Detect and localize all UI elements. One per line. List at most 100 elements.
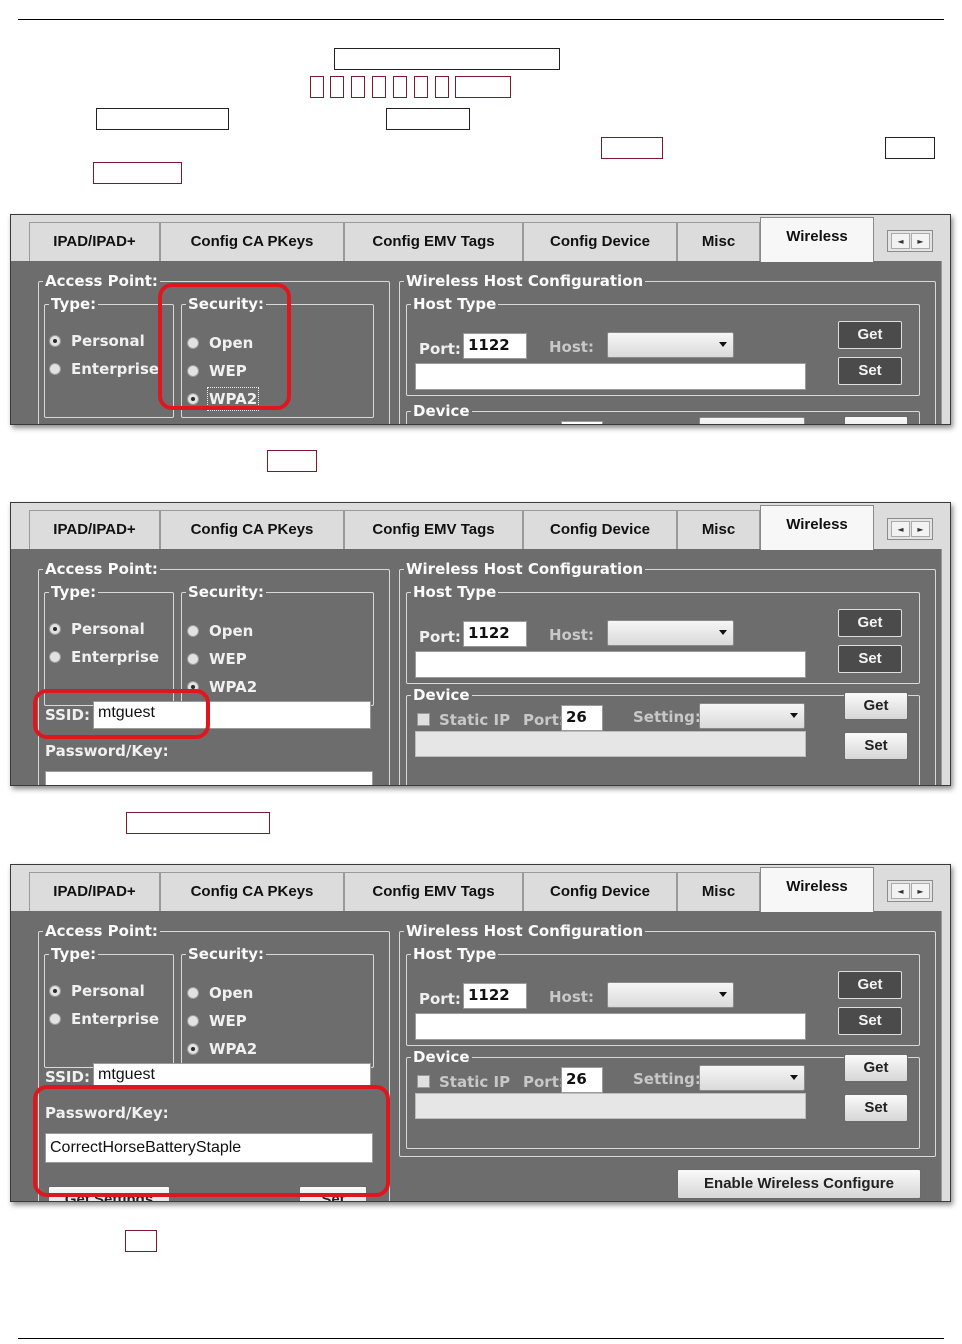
redacted-glyph-box bbox=[372, 76, 386, 98]
scroll-left-icon[interactable]: ◄ bbox=[891, 233, 910, 249]
tab-wireless[interactable]: Wireless bbox=[760, 217, 874, 262]
radio-label-wpa2: WPA2 bbox=[209, 1040, 258, 1058]
radio-enterprise[interactable] bbox=[49, 651, 61, 663]
scroll-left-icon[interactable]: ◄ bbox=[891, 883, 910, 899]
device-set-button[interactable]: Set bbox=[844, 1094, 908, 1122]
security-highlight bbox=[158, 283, 291, 410]
host-get-button[interactable]: Get bbox=[838, 609, 902, 637]
host-get-button[interactable]: Get bbox=[838, 971, 902, 999]
redacted-text-box bbox=[885, 137, 935, 159]
radio-wep[interactable] bbox=[187, 653, 199, 665]
tab-ipad[interactable]: IPAD/IPAD+ bbox=[29, 222, 160, 261]
host-set-button[interactable]: Set bbox=[838, 1007, 902, 1035]
radio-personal[interactable] bbox=[49, 623, 61, 635]
redacted-text-box bbox=[96, 108, 229, 130]
radio-personal[interactable] bbox=[49, 335, 61, 347]
redacted-text-box bbox=[126, 812, 270, 834]
static-ip-checkbox[interactable] bbox=[417, 713, 430, 726]
tab-config-emv-tags[interactable]: Config EMV Tags bbox=[344, 510, 523, 549]
radio-label-enterprise: Enterprise bbox=[71, 648, 160, 666]
tab-wireless[interactable]: Wireless bbox=[760, 505, 874, 550]
password-field[interactable] bbox=[45, 771, 373, 785]
redacted-glyph-box bbox=[351, 76, 365, 98]
tab-config-ca-pkeys[interactable]: Config CA PKeys bbox=[160, 872, 344, 911]
tab-misc[interactable]: Misc bbox=[677, 872, 760, 911]
static-ip-checkbox[interactable] bbox=[417, 1075, 430, 1088]
host-address-field[interactable] bbox=[415, 651, 806, 678]
host-set-button[interactable]: Set bbox=[838, 357, 902, 385]
redacted-glyph-box bbox=[393, 76, 407, 98]
radio-wpa2[interactable] bbox=[187, 1043, 199, 1055]
host-select[interactable] bbox=[607, 332, 734, 358]
radio-open[interactable] bbox=[187, 987, 199, 999]
setting-select[interactable] bbox=[699, 1065, 805, 1091]
host-port-field[interactable]: 1122 bbox=[463, 621, 527, 647]
radio-open[interactable] bbox=[187, 625, 199, 637]
setting-select[interactable] bbox=[699, 703, 805, 729]
tab-ipad[interactable]: IPAD/IPAD+ bbox=[29, 510, 160, 549]
host-port-field[interactable]: 1122 bbox=[463, 333, 527, 359]
device-port-field[interactable]: 26 bbox=[561, 421, 603, 424]
tab-config-device[interactable]: Config Device bbox=[523, 872, 677, 911]
scroll-left-icon[interactable]: ◄ bbox=[891, 521, 910, 537]
type-title: Type: bbox=[49, 944, 99, 964]
device-get-button[interactable]: Get bbox=[844, 416, 908, 424]
device-get-button[interactable]: Get bbox=[844, 692, 908, 720]
access-point-title: Access Point: bbox=[43, 559, 160, 579]
enable-wireless-configure-button[interactable]: Enable Wireless Configure bbox=[677, 1169, 921, 1199]
type-title: Type: bbox=[49, 582, 99, 602]
tab-misc[interactable]: Misc bbox=[677, 222, 760, 261]
tab-misc[interactable]: Misc bbox=[677, 510, 760, 549]
tab-scroll-arrows: ◄ ► bbox=[887, 880, 933, 902]
setting-select[interactable] bbox=[699, 417, 805, 424]
tab-config-ca-pkeys[interactable]: Config CA PKeys bbox=[160, 222, 344, 261]
tab-bar: IPAD/IPAD+ Config CA PKeys Config EMV Ta… bbox=[11, 503, 950, 550]
tab-config-emv-tags[interactable]: Config EMV Tags bbox=[344, 872, 523, 911]
host-address-field[interactable] bbox=[415, 1013, 806, 1040]
redacted-text-box bbox=[455, 76, 511, 98]
radio-label-wep: WEP bbox=[209, 650, 247, 668]
right-border bbox=[941, 549, 950, 785]
tab-wireless[interactable]: Wireless bbox=[760, 867, 874, 912]
scroll-right-icon[interactable]: ► bbox=[911, 233, 930, 249]
tab-ipad[interactable]: IPAD/IPAD+ bbox=[29, 872, 160, 911]
wireless-config-screenshot-1: IPAD/IPAD+ Config CA PKeys Config EMV Ta… bbox=[10, 214, 951, 425]
device-set-button[interactable]: Set bbox=[844, 732, 908, 760]
tab-config-ca-pkeys[interactable]: Config CA PKeys bbox=[160, 510, 344, 549]
tab-config-emv-tags[interactable]: Config EMV Tags bbox=[344, 222, 523, 261]
radio-wep[interactable] bbox=[187, 1015, 199, 1027]
right-border bbox=[941, 261, 950, 424]
radio-personal[interactable] bbox=[49, 985, 61, 997]
host-port-label: Port: bbox=[419, 340, 461, 358]
host-type-title: Host Type bbox=[411, 582, 499, 602]
host-address-field[interactable] bbox=[415, 363, 806, 390]
wireless-tab-content: Access Point: Type: Personal Enterprise … bbox=[11, 261, 941, 424]
radio-enterprise[interactable] bbox=[49, 363, 61, 375]
radio-enterprise[interactable] bbox=[49, 1013, 61, 1025]
redacted-glyph-box bbox=[414, 76, 428, 98]
device-title: Device bbox=[411, 1047, 472, 1067]
tab-config-device[interactable]: Config Device bbox=[523, 222, 677, 261]
header-rule bbox=[18, 19, 944, 20]
redacted-text-box bbox=[334, 48, 560, 70]
host-select[interactable] bbox=[607, 982, 734, 1008]
tab-config-device[interactable]: Config Device bbox=[523, 510, 677, 549]
device-port-field[interactable]: 26 bbox=[561, 705, 603, 731]
static-ip-label: Static IP bbox=[439, 711, 511, 729]
device-port-field[interactable]: 26 bbox=[561, 1067, 603, 1093]
tab-scroll-arrows: ◄ ► bbox=[887, 230, 933, 252]
access-point-title: Access Point: bbox=[43, 921, 160, 941]
host-select[interactable] bbox=[607, 620, 734, 646]
host-label: Host: bbox=[549, 988, 594, 1006]
host-get-button[interactable]: Get bbox=[838, 321, 902, 349]
radio-label-open: Open bbox=[209, 622, 254, 640]
host-type-title: Host Type bbox=[411, 294, 499, 314]
device-get-button[interactable]: Get bbox=[844, 1054, 908, 1082]
redacted-glyph-box bbox=[330, 76, 344, 98]
scroll-right-icon[interactable]: ► bbox=[911, 521, 930, 537]
host-port-field[interactable]: 1122 bbox=[463, 983, 527, 1009]
device-address-field[interactable] bbox=[415, 1093, 806, 1119]
host-set-button[interactable]: Set bbox=[838, 645, 902, 673]
scroll-right-icon[interactable]: ► bbox=[911, 883, 930, 899]
device-address-field[interactable] bbox=[415, 731, 806, 757]
